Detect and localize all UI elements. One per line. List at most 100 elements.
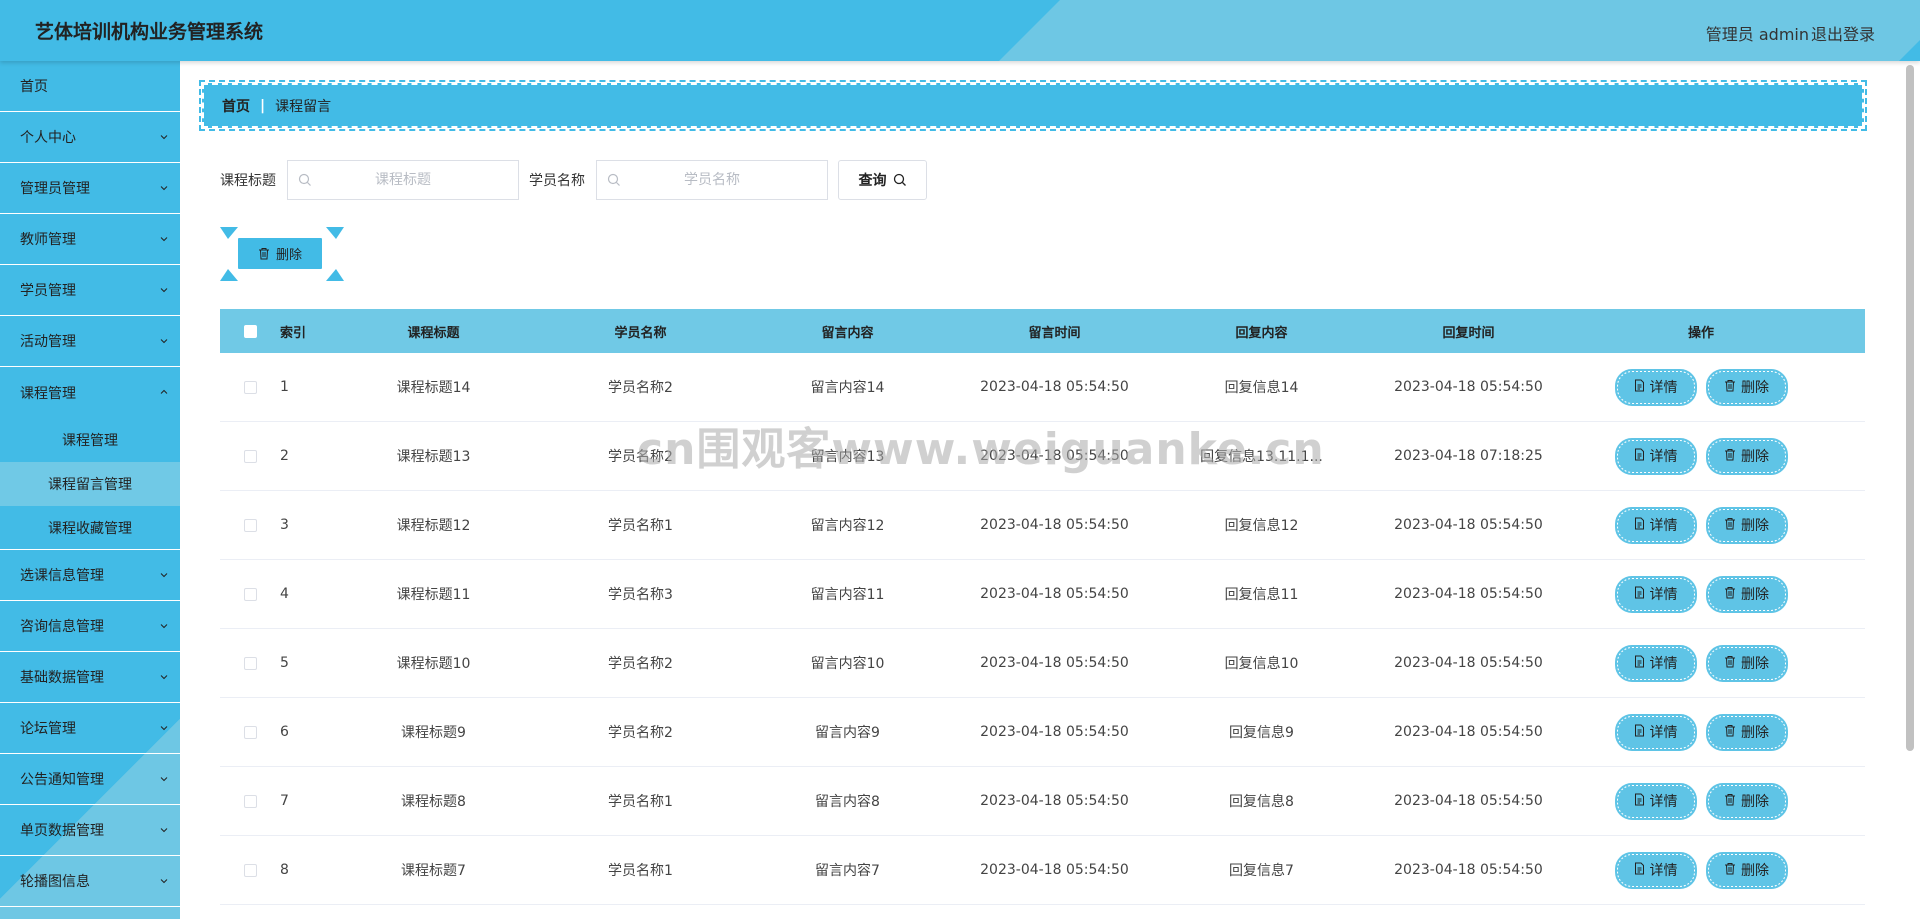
sidebar-subitem-course-messages[interactable]: 课程留言管理 xyxy=(0,462,180,506)
row-checkbox[interactable] xyxy=(243,449,257,463)
sidebar-item-announcements[interactable]: 公告通知管理 xyxy=(0,754,180,805)
table-header: 索引 课程标题 学员名称 留言内容 留言时间 回复内容 回复时间 操作 xyxy=(220,309,1865,353)
reply-content-cell: 回复信息13.11.1... xyxy=(1200,449,1323,465)
messages-table: 索引 课程标题 学员名称 留言内容 留言时间 回复内容 回复时间 操作 1 课程标… xyxy=(220,309,1865,905)
trash-icon xyxy=(258,248,269,260)
breadcrumb-home[interactable]: 首页 xyxy=(222,96,250,116)
sidebar-item-teachers[interactable]: 教师管理 xyxy=(0,214,180,265)
table-row: 1 课程标题14 学员名称2 留言内容14 2023-04-18 05:54:50 回复信… xyxy=(220,353,1865,422)
document-icon xyxy=(1634,724,1645,741)
select-all-checkbox[interactable] xyxy=(243,324,257,338)
student-name-input[interactable] xyxy=(597,161,827,199)
sidebar-item-forum[interactable]: 论坛管理 xyxy=(0,703,180,754)
column-header: 留言时间 xyxy=(1028,325,1081,341)
message-time-cell: 2023-04-18 05:54:50 xyxy=(980,655,1129,671)
detail-button-label: 详情 xyxy=(1649,725,1678,741)
detail-button[interactable]: 详情 xyxy=(1614,368,1697,406)
row-checkbox[interactable] xyxy=(243,794,257,808)
detail-button[interactable]: 详情 xyxy=(1614,437,1697,475)
row-checkbox[interactable] xyxy=(243,380,257,394)
sidebar-item-base-data[interactable]: 基础数据管理 xyxy=(0,652,180,703)
student-name-label: 学员名称 xyxy=(529,173,585,189)
sidebar-subitem-course-manage[interactable]: 课程管理 xyxy=(0,418,180,462)
page-scrollbar[interactable] xyxy=(1906,65,1914,751)
row-checkbox[interactable] xyxy=(243,587,257,601)
table-body: 1 课程标题14 学员名称2 留言内容14 2023-04-18 05:54:50 回复信… xyxy=(220,353,1865,905)
message-content-cell: 留言内容8 xyxy=(815,794,880,810)
trash-icon xyxy=(1724,586,1736,603)
sidebar-item-enrollments[interactable]: 选课信息管理 xyxy=(0,550,180,601)
detail-button-label: 详情 xyxy=(1649,449,1678,465)
document-icon xyxy=(1634,379,1645,396)
reply-time-cell: 2023-04-18 05:54:50 xyxy=(1394,793,1543,809)
row-index: 1 xyxy=(280,379,289,395)
reply-time-cell: 2023-04-18 05:54:50 xyxy=(1394,586,1543,602)
delete-button[interactable]: 删除 xyxy=(1705,437,1788,475)
detail-button[interactable]: 详情 xyxy=(1614,713,1697,751)
query-button-label: 查询 xyxy=(858,173,887,189)
sidebar-item-admins[interactable]: 管理员管理 xyxy=(0,163,180,214)
row-checkbox[interactable] xyxy=(243,863,257,877)
course-title-cell: 课程标题9 xyxy=(401,725,466,741)
message-time-cell: 2023-04-18 05:54:50 xyxy=(980,517,1129,533)
message-content-cell: 留言内容10 xyxy=(810,656,885,672)
row-checkbox[interactable] xyxy=(243,518,257,532)
sidebar-item-students[interactable]: 学员管理 xyxy=(0,265,180,316)
sidebar-subitem-course-favorites[interactable]: 课程收藏管理 xyxy=(0,506,180,550)
column-header: 回复内容 xyxy=(1235,325,1288,341)
delete-button[interactable]: 删除 xyxy=(1705,851,1788,889)
sidebar-item-single-pages[interactable]: 单页数据管理 xyxy=(0,805,180,856)
message-content-cell: 留言内容13 xyxy=(810,449,885,465)
row-checkbox[interactable] xyxy=(243,725,257,739)
query-button[interactable]: 查询 xyxy=(838,160,927,200)
breadcrumb-separator: | xyxy=(260,97,266,114)
breadcrumb-current: 课程留言 xyxy=(275,98,332,115)
sidebar-item-label: 首页 xyxy=(20,79,48,95)
batch-delete-button[interactable]: 删除 xyxy=(237,237,323,270)
reply-time-cell: 2023-04-18 05:54:50 xyxy=(1394,379,1543,395)
delete-button[interactable]: 删除 xyxy=(1705,506,1788,544)
detail-button[interactable]: 详情 xyxy=(1614,575,1697,613)
reply-content-cell: 回复信息10 xyxy=(1224,656,1299,672)
column-header: 操作 xyxy=(1687,325,1714,341)
reply-time-cell: 2023-04-18 05:54:50 xyxy=(1394,655,1543,671)
row-index: 7 xyxy=(280,793,289,809)
sidebar-item-carousel[interactable]: 轮播图信息 xyxy=(0,856,180,907)
delete-button-label: 删除 xyxy=(1741,449,1769,465)
detail-button-label: 详情 xyxy=(1649,863,1678,879)
sidebar-item-courses[interactable]: 课程管理 xyxy=(0,367,180,418)
sidebar-item-home[interactable]: 首页 xyxy=(0,61,180,112)
logout-link[interactable]: 退出登录 xyxy=(1811,21,1875,45)
course-title-cell: 课程标题12 xyxy=(396,518,471,534)
sidebar-item-activities[interactable]: 活动管理 xyxy=(0,316,180,367)
delete-button[interactable]: 删除 xyxy=(1705,713,1788,751)
sidebar-item-profile[interactable]: 个人中心 xyxy=(0,112,180,163)
detail-button[interactable]: 详情 xyxy=(1614,644,1697,682)
delete-button[interactable]: 删除 xyxy=(1705,368,1788,406)
detail-button[interactable]: 详情 xyxy=(1614,506,1697,544)
message-time-cell: 2023-04-18 05:54:50 xyxy=(980,379,1129,395)
search-icon xyxy=(298,173,311,186)
sidebar-item-consultations[interactable]: 咨询信息管理 xyxy=(0,601,180,652)
course-title-input[interactable] xyxy=(288,161,518,199)
course-title-cell: 课程标题14 xyxy=(396,380,471,396)
chevron-down-icon xyxy=(160,186,168,191)
delete-button-label: 删除 xyxy=(1741,656,1769,672)
delete-button[interactable]: 删除 xyxy=(1705,575,1788,613)
document-icon xyxy=(1634,517,1645,534)
reply-content-cell: 回复信息12 xyxy=(1224,518,1299,534)
message-content-cell: 留言内容9 xyxy=(815,725,880,741)
chevron-down-icon xyxy=(160,288,168,293)
document-icon xyxy=(1634,793,1645,810)
student-name-cell: 学员名称2 xyxy=(608,656,673,672)
column-header: 索引 xyxy=(280,325,307,341)
delete-button[interactable]: 删除 xyxy=(1705,644,1788,682)
column-header: 留言内容 xyxy=(821,325,874,341)
delete-button[interactable]: 删除 xyxy=(1705,782,1788,820)
trash-icon xyxy=(1724,448,1736,465)
detail-button-label: 详情 xyxy=(1649,518,1678,534)
detail-button[interactable]: 详情 xyxy=(1614,782,1697,820)
detail-button[interactable]: 详情 xyxy=(1614,851,1697,889)
row-checkbox[interactable] xyxy=(243,656,257,670)
reply-content-cell: 回复信息9 xyxy=(1229,725,1294,741)
